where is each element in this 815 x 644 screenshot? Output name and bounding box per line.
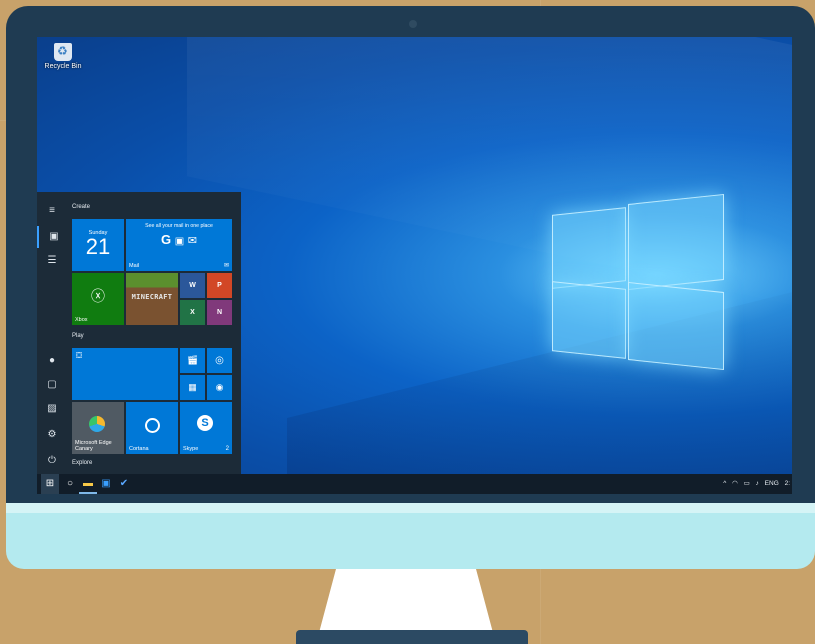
xbox-icon: ⓧ [91, 288, 105, 304]
pictures-icon[interactable]: ▨ [37, 398, 67, 420]
windows-start-icon: ⊞ [45, 478, 55, 489]
language-indicator[interactable]: ENG [765, 480, 779, 487]
start-button[interactable]: ⊞ [41, 474, 59, 494]
minecraft-tile[interactable]: MINECRAFT [126, 273, 178, 325]
monitor: Recycle Bin ≡ ▣ ☰ ● ▢ ▨ ⚙ ⏻ Create Sunda… [6, 6, 815, 569]
cortana-circle-icon: ○ [66, 478, 74, 489]
documents-icon[interactable]: ▢ [37, 374, 67, 396]
cortana-search-button[interactable]: ○ [61, 474, 79, 494]
all-apps-icon[interactable]: ☰ [37, 250, 67, 272]
network-icon[interactable]: ◠ [732, 480, 738, 487]
cortana-icon [145, 418, 160, 433]
calendar-tile[interactable]: Sunday 21 [72, 219, 124, 271]
excel-icon: X [190, 309, 195, 316]
edge-canary-icon [89, 416, 105, 432]
edge-canary-tile[interactable]: Microsoft Edge Canary [72, 402, 124, 454]
volume-icon[interactable]: ♪ [756, 480, 759, 487]
mail-tile[interactable]: See all your mail in one place G ▣ ✉ Mai… [126, 219, 232, 271]
groove-tile[interactable]: ◎ [207, 348, 232, 373]
calculator-tile[interactable]: ▦ [180, 375, 205, 400]
desktop-screen[interactable]: Recycle Bin ≡ ▣ ☰ ● ▢ ▨ ⚙ ⏻ Create Sunda… [37, 37, 792, 494]
mail-corner-icon: ✉ [223, 263, 229, 269]
user-avatar-icon[interactable]: ● [37, 350, 67, 372]
hamburger-icon[interactable]: ≡ [37, 200, 67, 222]
folder-icon: ▬ [83, 478, 93, 489]
windows-logo-wallpaper [552, 189, 724, 371]
skype-label: Skype [183, 446, 199, 452]
monitor-chin [6, 503, 815, 569]
minecraft-logo: MINECRAFT [131, 293, 173, 301]
system-tray: ^ ◠ ▭ ♪ ENG 2: [719, 474, 790, 494]
powerpoint-icon: P [217, 282, 222, 289]
group-label-create: Create [72, 204, 91, 210]
calculator-icon: ▦ [188, 382, 197, 392]
todo-taskbar-button[interactable]: ✔ [115, 474, 133, 494]
tiles-view-icon[interactable]: ▣ [37, 226, 69, 248]
recycle-bin-label: Recycle Bin [44, 63, 82, 70]
music-disc-icon: ◎ [215, 355, 224, 366]
skype-badge: 2 [225, 446, 229, 452]
store-tile[interactable]: ⛋ [72, 348, 178, 400]
battery-icon[interactable]: ▭ [744, 480, 750, 487]
checkmark-icon: ✔ [119, 478, 129, 489]
group-label-play: Play [72, 333, 84, 339]
file-explorer-taskbar-button[interactable]: ▬ [79, 474, 97, 494]
power-icon[interactable]: ⏻ [37, 450, 67, 472]
mail-headline: See all your mail in one place [145, 223, 213, 229]
webcam-icon: ◉ [215, 382, 224, 392]
clock[interactable]: 2: [785, 480, 790, 487]
start-rail: ≡ ▣ ☰ ● ▢ ▨ ⚙ ⏻ [37, 192, 67, 474]
mail-label: Mail [129, 263, 140, 269]
xbox-label: Xbox [75, 317, 88, 323]
camera-tile[interactable]: ◉ [207, 375, 232, 400]
store-icon: ▣ [101, 478, 111, 489]
recycle-bin[interactable]: Recycle Bin [43, 43, 83, 70]
cortana-label: Cortana [129, 446, 149, 452]
webcam [409, 20, 417, 28]
calendar-day-number: 21 [85, 234, 111, 259]
excel-tile[interactable]: X [180, 300, 205, 325]
skype-icon: S [197, 415, 213, 431]
onenote-tile[interactable]: N [207, 300, 232, 325]
edge-label-line2: Canary [75, 446, 93, 452]
monitor-bezel: Recycle Bin ≡ ▣ ☰ ● ▢ ▨ ⚙ ⏻ Create Sunda… [6, 6, 815, 503]
word-icon: W [189, 282, 196, 289]
group-label-explore: Explore [72, 460, 93, 466]
taskbar: ⊞ ○ ▬ ▣ ✔ ^ ◠ ▭ ♪ ENG 2: [37, 474, 792, 494]
powerpoint-tile[interactable]: P [207, 273, 232, 298]
monitor-base [296, 630, 528, 644]
store-taskbar-button[interactable]: ▣ [97, 474, 115, 494]
word-tile[interactable]: W [180, 273, 205, 298]
google-icon: G [160, 232, 172, 247]
clapperboard-icon: 🎬︎ [186, 355, 199, 365]
xbox-tile[interactable]: ⓧ Xbox [72, 273, 124, 325]
envelope-icon: ✉ [187, 235, 198, 247]
outlook-icon: ▣ [174, 236, 185, 247]
skype-tile[interactable]: S Skype 2 [180, 402, 232, 454]
onenote-icon: N [216, 309, 223, 316]
recycle-bin-icon [54, 43, 72, 61]
store-bag-icon: ⛋ [76, 351, 83, 360]
settings-gear-icon[interactable]: ⚙ [37, 424, 67, 446]
movies-tile[interactable]: 🎬︎ [180, 348, 205, 373]
start-menu: ≡ ▣ ☰ ● ▢ ▨ ⚙ ⏻ Create Sunday 21 See all… [37, 192, 241, 474]
cortana-tile[interactable]: Cortana [126, 402, 178, 454]
mail-service-icons: G ▣ ✉ [126, 233, 232, 249]
tray-chevron-icon[interactable]: ^ [723, 480, 726, 487]
